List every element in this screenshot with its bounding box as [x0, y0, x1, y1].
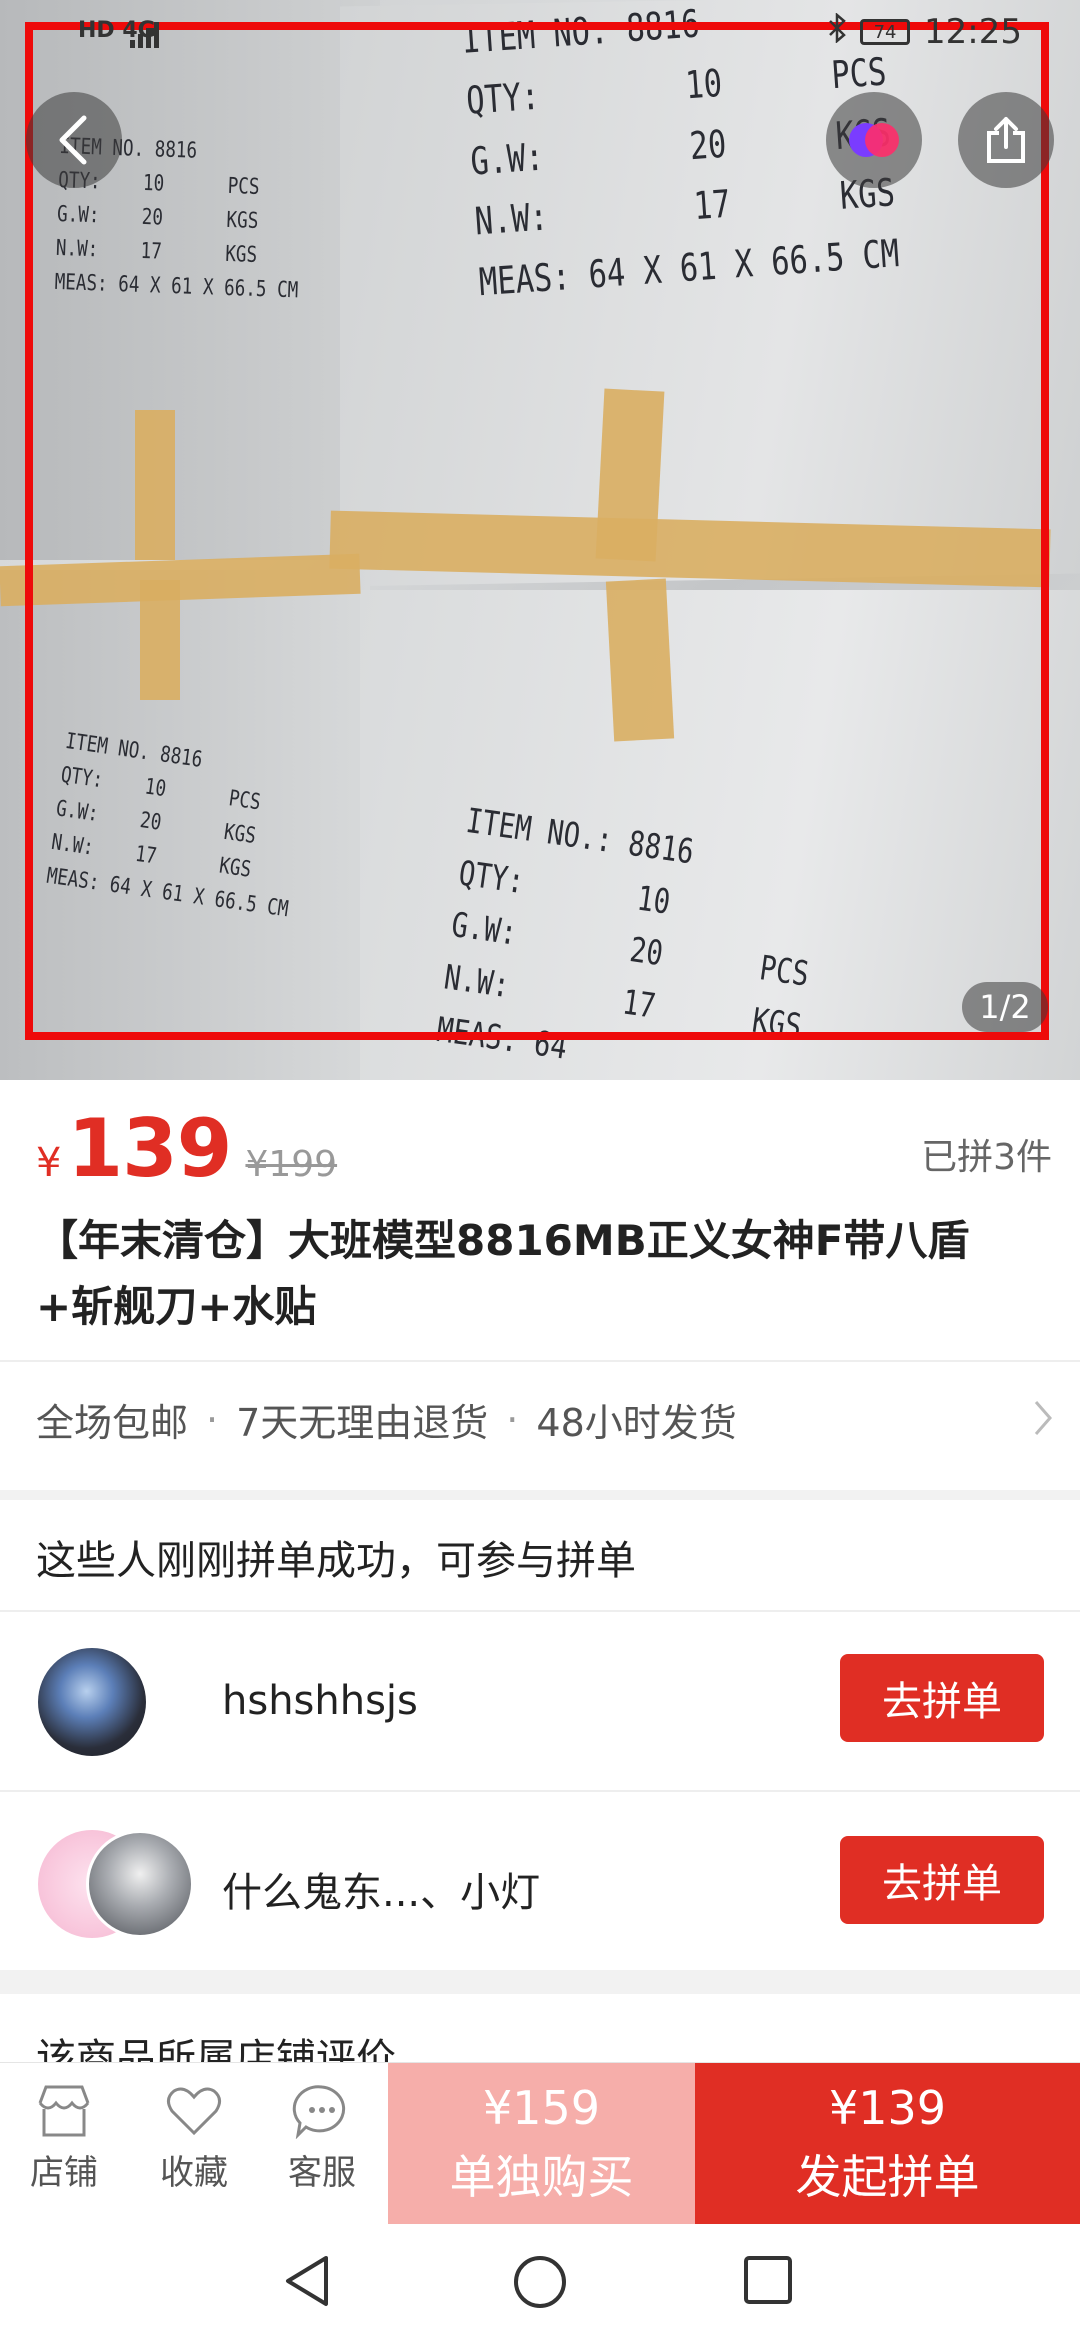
- group-buy-section: 这些人刚刚拼单成功，可参与拼单 hshshhsjs 去拼单 什么鬼东...、小灯…: [0, 1500, 1080, 1970]
- nav-home-icon[interactable]: [512, 2254, 568, 2310]
- bottom-action-bar: 店铺 收藏 客服 ¥159 单独购买 ¥139 发起拼单: [0, 2062, 1080, 2225]
- back-button[interactable]: [26, 92, 122, 188]
- original-price: ¥199: [245, 1144, 338, 1185]
- divider: [0, 1790, 1080, 1792]
- share-button[interactable]: [958, 92, 1054, 188]
- separator-dot: ·: [206, 1397, 219, 1442]
- status-bar: HD 4G 74 12:25: [0, 0, 1080, 70]
- system-navigation-bar: [0, 2224, 1080, 2340]
- nav-recents-icon[interactable]: [742, 2254, 794, 2306]
- nav-back-icon[interactable]: [282, 2254, 332, 2308]
- sold-count: 已拼3件: [921, 1137, 1052, 1178]
- group-user-name: hshshhsjs: [222, 1678, 418, 1724]
- favorite-button[interactable]: 收藏: [134, 2083, 254, 2194]
- buy-alone-label: 单独购买: [449, 2150, 634, 2204]
- currency-symbol: ¥: [36, 1140, 62, 1186]
- product-image-carousel[interactable]: ITEM NO. 8816 QTY: 10 PCS G.W: 20 KGS N.…: [0, 0, 1080, 1080]
- service-item: 48小时发货: [536, 1401, 737, 1445]
- start-group-label: 发起拼单: [795, 2150, 980, 2204]
- clock: 12:25: [924, 12, 1022, 52]
- service-label: 客服: [288, 2153, 356, 2193]
- service-item: 全场包邮: [36, 1401, 189, 1445]
- divider: [0, 1360, 1080, 1362]
- image-page-indicator: 1/2: [962, 982, 1048, 1032]
- customer-service-button[interactable]: 客服: [262, 2083, 382, 2194]
- merchant-logo-icon: [849, 123, 899, 157]
- product-info-section: ¥ 139 ¥199 已拼3件 【年末清仓】大班模型8816MB正义女神F带八盾…: [0, 1080, 1080, 1490]
- chevron-left-icon: [59, 115, 87, 165]
- buy-alone-price: ¥159: [482, 2081, 601, 2135]
- product-title: 【年末清仓】大班模型8816MB正义女神F带八盾+斩舰刀+水贴: [36, 1216, 970, 1331]
- service-item: 7天无理由退货: [236, 1401, 489, 1445]
- store-icon: [38, 2085, 90, 2137]
- group-user-name: 什么鬼东...、小灯: [222, 1870, 541, 1916]
- chevron-right-icon[interactable]: [1032, 1398, 1054, 1438]
- avatar: [86, 1830, 194, 1938]
- service-promises[interactable]: 全场包邮 · 7天无理由退货 · 48小时发货: [36, 1392, 737, 1447]
- signal-icon: [130, 18, 159, 48]
- join-group-button[interactable]: 去拼单: [840, 1654, 1044, 1742]
- join-group-button[interactable]: 去拼单: [840, 1836, 1044, 1924]
- group-buy-heading: 这些人刚刚拼单成功，可参与拼单: [36, 1538, 636, 1584]
- buy-alone-button[interactable]: ¥159 单独购买: [388, 2063, 695, 2225]
- battery-icon: 74: [860, 19, 911, 45]
- start-group-button[interactable]: ¥139 发起拼单: [695, 2063, 1080, 2225]
- heart-icon: [167, 2087, 221, 2136]
- bluetooth-icon: [828, 12, 846, 52]
- start-group-price: ¥139: [828, 2081, 947, 2135]
- shop-label: 店铺: [30, 2153, 98, 2193]
- divider: [0, 1610, 1080, 1612]
- share-icon: [987, 117, 1025, 163]
- group-price: 139: [67, 1102, 232, 1195]
- shop-button[interactable]: 店铺: [4, 2083, 124, 2194]
- separator-dot: ·: [506, 1397, 519, 1442]
- chat-icon: [292, 2085, 346, 2139]
- price-row: ¥ 139 ¥199: [36, 1102, 337, 1195]
- merchant-avatar-button[interactable]: [826, 92, 922, 188]
- avatar: [38, 1648, 146, 1756]
- favorite-label: 收藏: [160, 2153, 228, 2193]
